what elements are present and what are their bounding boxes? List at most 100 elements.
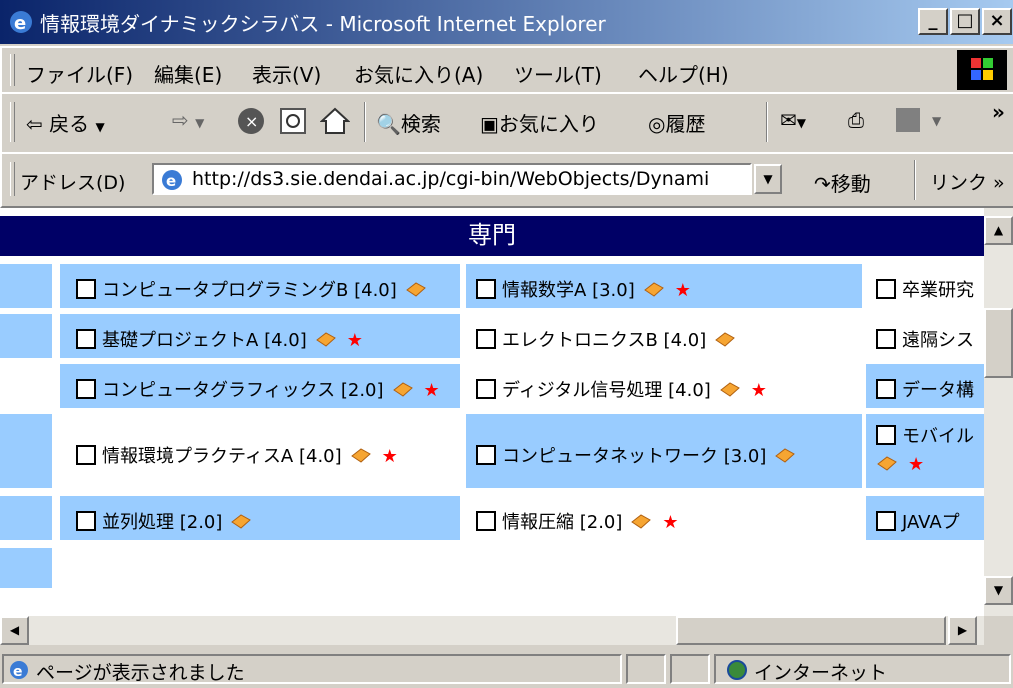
horizontal-scrollbar[interactable]: ◀ ▶ [0, 616, 984, 645]
maximize-button[interactable]: □ [950, 8, 980, 35]
book-icon[interactable] [230, 512, 252, 530]
scroll-up-button[interactable]: ▲ [984, 216, 1013, 245]
back-button[interactable]: ⇦ 戻る ▼ [26, 108, 105, 137]
course-cell[interactable]: 情報環境プラクティスA [4.0] ★ [60, 414, 460, 488]
course-checkbox[interactable] [876, 279, 896, 299]
course-cell[interactable]: コンピュータプログラミングB [4.0] [60, 264, 460, 308]
course-checkbox[interactable] [876, 329, 896, 349]
course-credits: [4.0] [663, 330, 707, 351]
course-name: 卒業研究 [902, 280, 974, 301]
scroll-thumb[interactable] [676, 616, 946, 645]
course-checkbox[interactable] [476, 445, 496, 465]
address-input[interactable]: e http://ds3.sie.dendai.ac.jp/cgi-bin/We… [152, 163, 752, 195]
menu-bar: ファイル(F) 編集(E) 表示(V) お気に入り(A) ツール(T) ヘルプ(… [0, 46, 1013, 94]
svg-text:e: e [13, 664, 23, 680]
course-checkbox[interactable] [876, 379, 896, 399]
course-cell[interactable]: 情報圧縮 [2.0] ★ [466, 496, 862, 540]
course-credits: [4.0] [298, 446, 342, 467]
course-cell[interactable]: コンピュータグラフィックス [2.0] ★ [60, 364, 460, 408]
forward-dropdown-icon: ▼ [195, 116, 205, 130]
book-icon[interactable] [350, 446, 372, 464]
course-checkbox[interactable] [76, 329, 96, 349]
stop-icon[interactable]: × [236, 106, 266, 136]
course-checkbox[interactable] [476, 279, 496, 299]
course-cell[interactable]: 基礎プロジェクトA [4.0] ★ [60, 314, 460, 358]
go-button[interactable]: ↷移動 [814, 168, 871, 197]
course-checkbox[interactable] [76, 511, 96, 531]
course-cell[interactable]: データ構 [866, 364, 984, 408]
course-cell[interactable]: エレクトロニクスB [4.0] [466, 314, 862, 358]
book-icon[interactable] [405, 280, 427, 298]
course-name: データ構 [902, 380, 974, 401]
page-viewport: 専門 コンピュータプログラミングB [4.0] 情報数学A [3.0] ★ 卒業研… [0, 208, 984, 616]
address-dropdown-button[interactable]: ▼ [754, 164, 782, 194]
course-checkbox[interactable] [476, 511, 496, 531]
edit-button[interactable] [896, 108, 920, 132]
row-strip [0, 548, 52, 588]
vertical-scrollbar[interactable]: ▲ ▼ [984, 208, 1013, 616]
course-credits: [4.0] [668, 380, 711, 401]
course-checkbox[interactable] [476, 329, 496, 349]
course-cell[interactable]: 卒業研究 [866, 264, 984, 308]
zone-panel: インターネット [714, 654, 1011, 684]
print-icon: ⎙ [848, 108, 864, 132]
scroll-left-button[interactable]: ◀ [0, 616, 29, 645]
book-icon[interactable] [630, 512, 652, 530]
course-checkbox[interactable] [876, 511, 896, 531]
course-name: モバイル [902, 426, 974, 447]
course-credits: [2.0] [340, 380, 384, 401]
back-dropdown-icon: ▼ [95, 120, 105, 134]
home-icon[interactable] [320, 106, 350, 136]
forward-button[interactable]: ⇨ ▼ [172, 108, 204, 132]
status-panel-empty [626, 654, 666, 684]
course-checkbox[interactable] [476, 379, 496, 399]
toolbar-grip [10, 102, 15, 142]
book-icon[interactable] [876, 454, 898, 472]
course-cell[interactable]: 並列処理 [2.0] [60, 496, 460, 540]
course-cell[interactable]: モバイル ★ [866, 414, 984, 488]
address-grip [10, 162, 15, 196]
book-icon[interactable] [643, 280, 665, 298]
back-label: 戻る [49, 112, 90, 136]
history-button[interactable]: ◎履歴 [648, 108, 705, 137]
toolbar-chevron[interactable]: » [992, 100, 1005, 124]
search-button[interactable]: 🔍検索 [376, 108, 441, 137]
menu-tools[interactable]: ツール(T) [514, 59, 602, 88]
course-cell[interactable]: JAVAプ [866, 496, 984, 540]
book-icon[interactable] [714, 330, 736, 348]
zone-text: インターネット [754, 662, 888, 684]
edit-dropdown-icon[interactable]: ▼ [932, 114, 941, 128]
course-cell[interactable]: コンピュータネットワーク [3.0] [466, 414, 862, 488]
book-icon[interactable] [774, 446, 796, 464]
close-button[interactable]: × [982, 8, 1012, 35]
book-icon[interactable] [315, 330, 337, 348]
links-button[interactable]: リンク » [930, 168, 1005, 195]
mail-button[interactable]: ✉▼ [780, 108, 806, 132]
menu-favorites[interactable]: お気に入り(A) [354, 59, 483, 88]
menu-edit[interactable]: 編集(E) [154, 59, 222, 88]
scroll-right-button[interactable]: ▶ [948, 616, 977, 645]
scroll-thumb[interactable] [984, 308, 1013, 378]
history-icon: ◎ [648, 112, 666, 136]
refresh-icon[interactable] [278, 106, 308, 136]
course-checkbox[interactable] [76, 379, 96, 399]
minimize-button[interactable]: _ [918, 8, 948, 35]
course-checkbox[interactable] [876, 425, 896, 445]
book-icon[interactable] [719, 380, 741, 398]
history-label: 履歴 [665, 112, 706, 136]
book-icon[interactable] [392, 380, 414, 398]
course-checkbox[interactable] [76, 445, 96, 465]
address-label: アドレス(D) [20, 172, 126, 194]
menu-view[interactable]: 表示(V) [252, 59, 321, 88]
course-checkbox[interactable] [76, 279, 96, 299]
scroll-down-button[interactable]: ▼ [984, 576, 1013, 605]
course-cell[interactable]: ディジタル信号処理 [4.0] ★ [466, 364, 862, 408]
menu-help[interactable]: ヘルプ(H) [638, 59, 729, 88]
favorites-label: お気に入り [498, 112, 599, 136]
print-button[interactable]: ⎙ [848, 108, 864, 132]
course-cell[interactable]: 遠隔シス [866, 314, 984, 358]
menu-file[interactable]: ファイル(F) [26, 59, 133, 88]
course-cell[interactable]: 情報数学A [3.0] ★ [466, 264, 862, 308]
favorites-button[interactable]: ▣お気に入り [480, 108, 599, 137]
course-name: コンピュータグラフィックス [102, 380, 336, 401]
